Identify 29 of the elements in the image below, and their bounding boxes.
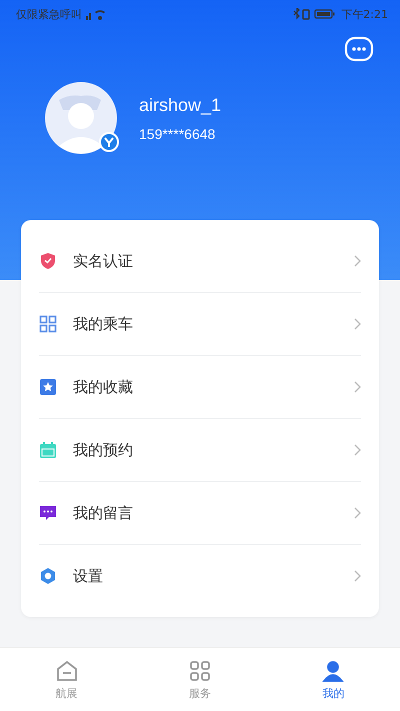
chat-icon: [39, 504, 57, 522]
chevron-right-icon: [354, 381, 361, 393]
clock-text: 下午2:21: [341, 6, 388, 22]
calendar-icon: [39, 441, 57, 459]
settings-icon: [39, 567, 57, 585]
status-icons: [293, 8, 338, 20]
menu-item[interactable]: 我的留言: [39, 482, 361, 545]
chevron-right-icon: [354, 318, 361, 330]
menu-item[interactable]: 设置: [39, 545, 361, 607]
tab[interactable]: 我的: [266, 648, 400, 711]
menu-item[interactable]: 实名认证: [39, 230, 361, 293]
chevron-right-icon: [354, 570, 361, 582]
carrier-text: 仅限紧急呼叫: [16, 6, 82, 22]
menu-item[interactable]: 我的收藏: [39, 356, 361, 419]
shield-icon: [39, 252, 57, 270]
phone-number: 159****6648: [139, 126, 216, 142]
home-icon: [54, 658, 79, 682]
message-more-icon[interactable]: [344, 36, 374, 64]
qr-code-icon: [39, 315, 57, 333]
menu-item[interactable]: 我的预约: [39, 419, 361, 482]
username: airshow_1: [139, 94, 222, 116]
person-icon: [321, 658, 346, 682]
signal-wifi-icon: [86, 8, 108, 20]
avatar[interactable]: [45, 82, 117, 154]
menu-item[interactable]: 我的乘车: [39, 293, 361, 356]
chevron-right-icon: [354, 444, 361, 456]
chevron-right-icon: [354, 507, 361, 519]
chevron-right-icon: [354, 255, 361, 267]
grid-icon: [188, 658, 212, 682]
